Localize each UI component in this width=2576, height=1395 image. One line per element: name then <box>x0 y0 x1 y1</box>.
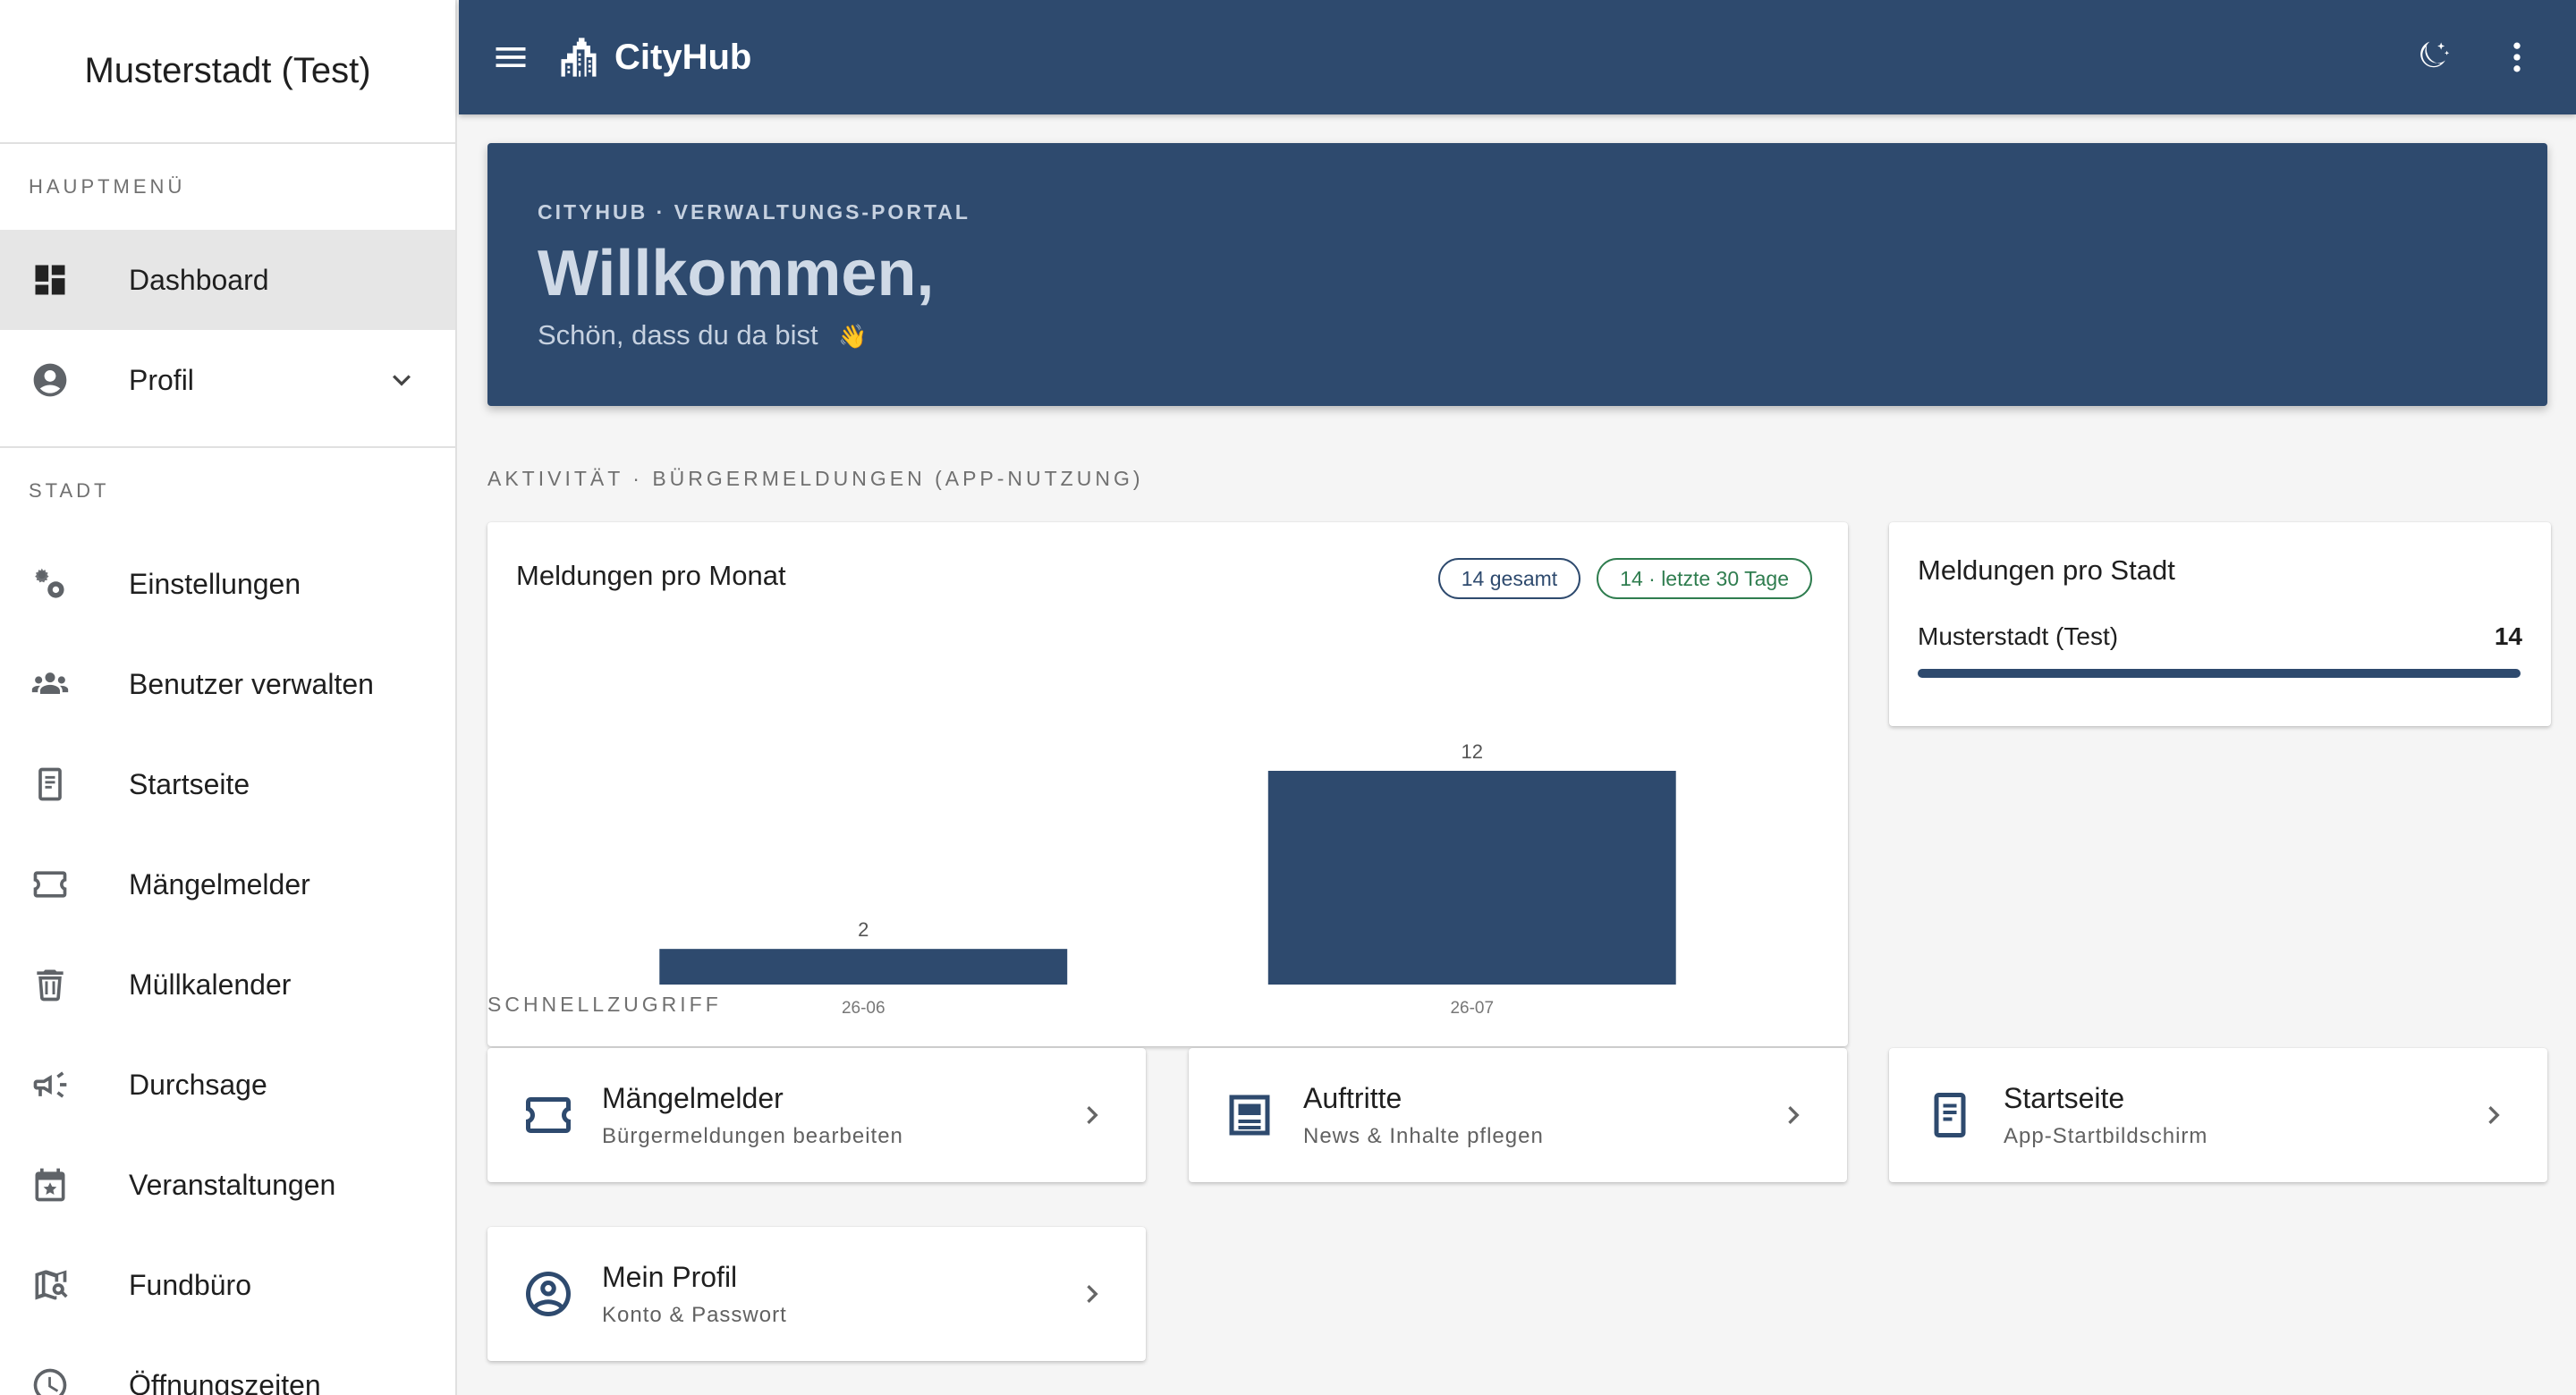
monthly-bar-chart: 2 26-06 12 26-07 <box>659 740 1676 1018</box>
x-tick-label: 26-07 <box>1450 999 1494 1018</box>
phone-page-icon <box>1921 1086 1979 1144</box>
calendar-star-icon <box>29 1163 72 1206</box>
sidebar-item-veranstaltungen[interactable]: Veranstaltungen <box>0 1135 455 1235</box>
sidebar-header: Musterstadt (Test) <box>0 0 455 144</box>
sidebar-item-maengelmelder[interactable]: Mängelmelder <box>0 834 455 934</box>
quick-tile-title: Startseite <box>2004 1081 2125 1114</box>
sidebar-item-benutzer[interactable]: Benutzer verwalten <box>0 634 455 734</box>
city-reports-card: Meldungen pro Stadt Musterstadt (Test) 1… <box>1889 522 2551 726</box>
sidebar-item-label: Profil <box>129 363 194 396</box>
quick-tile-text: Auftritte News & Inhalte pflegen <box>1303 1082 1544 1149</box>
sidebar-item-label: Einstellungen <box>129 567 301 600</box>
megaphone-icon <box>29 1063 72 1106</box>
sidebar-section-stadt: STADT <box>29 479 110 502</box>
banner-title: Willkommen, <box>538 238 935 309</box>
top-app-bar: CityHub <box>459 0 2576 114</box>
phone-page-icon <box>29 763 72 806</box>
sidebar-item-oeffnungszeiten[interactable]: Öffnungszeiten <box>0 1335 455 1395</box>
bar-26-06 <box>659 949 1068 985</box>
quick-tile-subtitle: Konto & Passwort <box>602 1302 787 1327</box>
waving-hand-icon: 👋 <box>838 323 868 350</box>
sidebar-item-label: Benutzer verwalten <box>129 667 374 700</box>
sidebar-section-main: HAUPTMENÜ <box>29 175 186 198</box>
sidebar-item-startseite[interactable]: Startseite <box>0 734 455 834</box>
sidebar-item-einstellungen[interactable]: Einstellungen <box>0 534 455 634</box>
city-row-name: Musterstadt (Test) <box>1918 622 2119 650</box>
chevron-right-icon <box>2476 1097 2512 1133</box>
sidebar-item-label: Veranstaltungen <box>129 1168 336 1201</box>
map-search-icon <box>29 1264 72 1306</box>
settings-icon <box>29 562 72 605</box>
bar-value-label: 12 <box>1462 740 1483 763</box>
people-icon <box>29 663 72 706</box>
app-title: CityHub <box>614 37 752 77</box>
quick-tile-maengelmelder[interactable]: Mängelmelder Bürgermeldungen bearbeiten <box>487 1048 1146 1182</box>
sidebar-item-label: Startseite <box>129 767 250 800</box>
quick-tile-title: Mein Profil <box>602 1260 738 1293</box>
quick-tile-title: Mängelmelder <box>602 1081 784 1114</box>
dark-mode-icon[interactable] <box>2411 36 2454 79</box>
banner-subtitle: Schön, dass du da bist 👋 <box>538 319 2497 351</box>
more-vert-icon[interactable] <box>2496 36 2538 79</box>
quick-tile-text: Mein Profil Konto & Passwort <box>602 1261 787 1328</box>
quick-tile-subtitle: Bürgermeldungen bearbeiten <box>602 1123 903 1148</box>
chevron-right-icon <box>1775 1097 1811 1133</box>
chevron-down-icon[interactable] <box>384 362 419 398</box>
sidebar: Musterstadt (Test) HAUPTMENÜ Dashboard P… <box>0 0 457 1395</box>
trash-icon <box>29 963 72 1006</box>
city-share-bar <box>1918 669 2521 678</box>
quick-tile-subtitle: News & Inhalte pflegen <box>1303 1123 1544 1148</box>
quick-tile-text: Startseite App-Startbildschirm <box>2004 1082 2207 1149</box>
sidebar-item-muellkalender[interactable]: Müllkalender <box>0 934 455 1035</box>
ticket-icon <box>520 1086 577 1144</box>
quick-tile-title: Auftritte <box>1303 1081 1402 1114</box>
newspaper-icon <box>1221 1086 1278 1144</box>
chevron-right-icon <box>1074 1276 1110 1312</box>
x-tick-label: 26-06 <box>842 999 886 1018</box>
sidebar-item-label: Müllkalender <box>129 968 292 1001</box>
bar-value-label: 2 <box>858 918 869 941</box>
sidebar-item-label: Fundbüro <box>129 1268 251 1301</box>
main-content: CITYHUB · VERWALTUNGS-PORTAL Willkommen,… <box>459 114 2576 1395</box>
quick-tile-subtitle: App-Startbildschirm <box>2004 1123 2208 1148</box>
account-circle-icon <box>520 1265 577 1323</box>
city-row-count: 14 <box>2494 622 2522 650</box>
dashboard-icon <box>29 258 72 301</box>
quick-tile-auftritte[interactable]: Auftritte News & Inhalte pflegen <box>1189 1048 1847 1182</box>
clock-icon <box>29 1364 72 1395</box>
banner-subtitle-text: Schön, dass du da bist <box>538 319 818 351</box>
sidebar-item-fundbuero[interactable]: Fundbüro <box>0 1235 455 1335</box>
activity-section-label: AKTIVITÄT · BÜRGERMELDUNGEN (APP-NUTZUNG… <box>487 467 1144 490</box>
sidebar-item-label: Mängelmelder <box>129 867 310 900</box>
sidebar-city-title: Musterstadt (Test) <box>84 51 371 90</box>
city-share-track <box>1918 669 2521 678</box>
bar-26-07 <box>1267 771 1676 985</box>
city-card-title: Meldungen pro Stadt <box>1918 554 2175 586</box>
menu-icon[interactable] <box>489 36 532 79</box>
quick-access-section-label: SCHNELLZUGRIFF <box>487 993 722 1016</box>
sidebar-item-label: Dashboard <box>129 263 269 296</box>
banner-eyebrow: CITYHUB · VERWALTUNGS-PORTAL <box>538 200 970 224</box>
account-circle-icon <box>29 359 72 402</box>
welcome-banner: CITYHUB · VERWALTUNGS-PORTAL Willkommen,… <box>487 143 2547 406</box>
quick-tile-text: Mängelmelder Bürgermeldungen bearbeiten <box>602 1082 903 1149</box>
sidebar-item-profil[interactable]: Profil <box>0 330 455 430</box>
ticket-icon <box>29 863 72 906</box>
sidebar-item-label: Öffnungszeiten <box>129 1368 321 1395</box>
top-bar-actions <box>2411 36 2576 79</box>
quick-tile-mein-profil[interactable]: Mein Profil Konto & Passwort <box>487 1227 1146 1361</box>
monthly-reports-card: Meldungen pro Monat 14 gesamt 14 · letzt… <box>487 522 1848 1046</box>
sidebar-item-durchsage[interactable]: Durchsage <box>0 1035 455 1135</box>
sidebar-item-dashboard[interactable]: Dashboard <box>0 230 455 330</box>
sidebar-item-label: Durchsage <box>129 1068 267 1101</box>
quick-tile-startseite[interactable]: Startseite App-Startbildschirm <box>1889 1048 2547 1182</box>
chevron-right-icon <box>1074 1097 1110 1133</box>
city-buildings-icon <box>555 34 602 80</box>
